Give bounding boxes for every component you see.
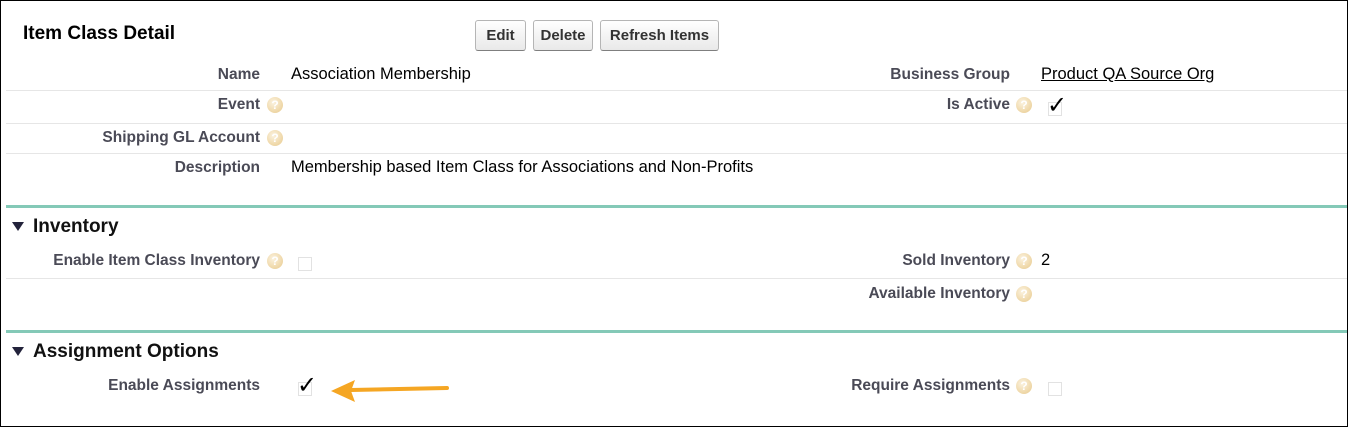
require-assignments-checkbox[interactable] [1048,382,1062,396]
delete-button[interactable]: Delete [533,20,593,51]
item-class-detail-panel: Item Class Detail Edit Delete Refresh It… [0,0,1348,427]
help-icon[interactable]: ? [267,97,283,113]
triangle-down-icon[interactable] [12,222,24,231]
inventory-section-title[interactable]: Inventory [33,216,119,238]
event-label: Event [217,96,260,113]
row-divider [6,278,1347,279]
checkmark-icon: ✓ [1047,92,1068,119]
page-title: Item Class Detail [23,23,176,44]
help-icon[interactable]: ? [1016,253,1032,269]
row-divider [6,123,1347,124]
help-icon[interactable]: ? [1016,286,1032,302]
refresh-items-button[interactable]: Refresh Items [600,20,719,51]
section-divider [6,330,1347,333]
checkmark-icon: ✓ [297,372,318,399]
is-active-label: Is Active [946,96,1010,113]
help-icon[interactable]: ? [1016,97,1032,113]
name-value: Association Membership [291,65,471,83]
business-group-label: Business Group [890,66,1010,83]
available-inventory-label: Available Inventory [868,285,1010,302]
business-group-link[interactable]: Product QA Source Org [1041,65,1214,84]
section-divider [6,205,1347,208]
enable-inventory-checkbox[interactable] [298,257,312,271]
triangle-down-icon[interactable] [12,347,24,356]
enable-assignments-label: Enable Assignments [108,377,260,394]
help-icon[interactable]: ? [267,253,283,269]
arrow-pointer-icon [331,380,449,402]
help-icon[interactable]: ? [267,130,283,146]
row-divider [6,153,1347,154]
assignment-options-section-title[interactable]: Assignment Options [33,341,219,363]
row-divider [6,90,1347,91]
edit-button[interactable]: Edit [475,20,526,51]
description-value: Membership based Item Class for Associat… [291,158,754,176]
sold-inventory-value: 2 [1041,251,1051,269]
require-assignments-label: Require Assignments [851,377,1010,394]
description-label: Description [174,159,260,176]
name-label: Name [217,66,260,83]
shipping-gl-account-label: Shipping GL Account [102,129,260,146]
sold-inventory-label: Sold Inventory [902,252,1010,269]
help-icon[interactable]: ? [1016,378,1032,394]
enable-item-class-inventory-label: Enable Item Class Inventory [53,252,260,269]
